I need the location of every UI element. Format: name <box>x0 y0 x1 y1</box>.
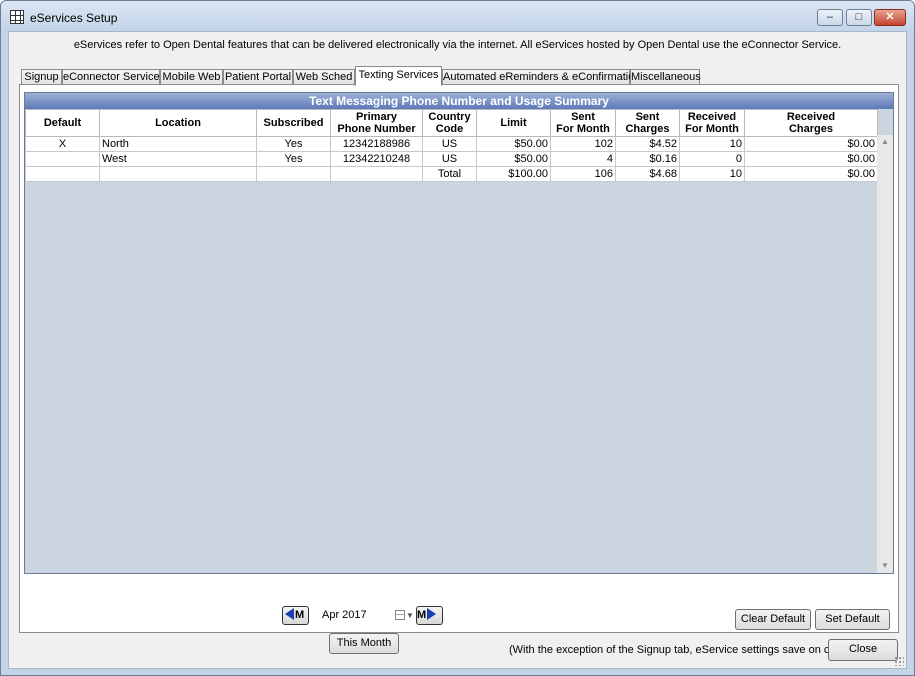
cell-phone: 12342188986 <box>330 136 423 152</box>
cell-subscribed <box>256 166 331 182</box>
tab-miscellaneous[interactable]: Miscellaneous <box>630 69 701 85</box>
cell-sent: 102 <box>550 136 616 152</box>
title-bar[interactable]: eServices Setup – □ ✕ <box>1 1 914 31</box>
cell-country: US <box>422 151 477 167</box>
tab-web-sched[interactable]: Web Sched <box>293 69 355 85</box>
cell-subscribed: Yes <box>256 136 331 152</box>
table-row[interactable]: X North Yes 12342188986 US $50.00 102 $4… <box>25 136 878 152</box>
cell-sent-charges: $4.68 <box>615 166 680 182</box>
cell-received-charges: $0.00 <box>744 136 878 152</box>
cell-location: North <box>99 136 257 152</box>
footer-note: (With the exception of the Signup tab, e… <box>509 644 854 656</box>
cell-total-label: Total <box>422 166 477 182</box>
tab-patient-portal[interactable]: Patient Portal <box>223 69 293 85</box>
close-button[interactable]: Close <box>828 639 898 661</box>
cell-subscribed: Yes <box>256 151 331 167</box>
tab-automated-ereminders[interactable]: Automated eReminders & eConfirmations <box>442 69 646 85</box>
col-country-code[interactable]: Country Code <box>422 109 477 137</box>
cell-limit: $50.00 <box>476 151 551 167</box>
col-sent-for-month[interactable]: Sent For Month <box>550 109 616 137</box>
usage-summary-grid: Text Messaging Phone Number and Usage Su… <box>24 92 894 574</box>
window-close-button[interactable]: ✕ <box>874 9 906 26</box>
minimize-button[interactable]: – <box>817 9 843 26</box>
grid-title: Text Messaging Phone Number and Usage Su… <box>25 93 893 109</box>
month-date-picker[interactable]: Apr 2017 ▼ <box>322 607 418 624</box>
tab-texting-services[interactable]: Texting Services <box>355 66 442 86</box>
window-title: eServices Setup <box>30 11 118 25</box>
maximize-button[interactable]: □ <box>846 9 872 26</box>
col-primary-phone[interactable]: Primary Phone Number <box>330 109 423 137</box>
scroll-up-icon[interactable]: ▲ <box>877 135 893 149</box>
calendar-icon[interactable] <box>395 610 405 620</box>
cell-limit: $50.00 <box>476 136 551 152</box>
cell-location: West <box>99 151 257 167</box>
eservices-setup-window: eServices Setup – □ ✕ eServices refer to… <box>0 0 915 676</box>
tab-econnector-service[interactable]: eConnector Service <box>62 69 160 85</box>
minimize-icon: – <box>826 11 834 23</box>
cell-country: US <box>422 136 477 152</box>
tab-signup[interactable]: Signup <box>21 69 62 85</box>
cell-default: X <box>25 136 100 152</box>
maximize-icon: □ <box>855 11 863 23</box>
client-area: eServices refer to Open Dental features … <box>8 31 907 669</box>
cell-received: 0 <box>679 151 745 167</box>
arrow-left-icon <box>285 608 294 621</box>
scroll-down-icon[interactable]: ▼ <box>877 559 893 573</box>
close-icon: ✕ <box>885 11 895 23</box>
cell-default <box>25 166 100 182</box>
cell-sent: 106 <box>550 166 616 182</box>
texting-services-panel: Text Messaging Phone Number and Usage Su… <box>19 84 899 654</box>
cell-sent-charges: $0.16 <box>615 151 680 167</box>
col-location[interactable]: Location <box>99 109 257 137</box>
next-month-button[interactable]: M <box>416 606 443 625</box>
col-limit[interactable]: Limit <box>476 109 551 137</box>
clear-default-button[interactable]: Clear Default <box>735 609 811 630</box>
cell-received: 10 <box>679 136 745 152</box>
description-text: eServices refer to Open Dental features … <box>73 39 842 51</box>
table-total-row[interactable]: Total $100.00 106 $4.68 10 $0.00 <box>25 166 878 182</box>
tab-mobile-web[interactable]: Mobile Web <box>160 69 223 85</box>
date-value: Apr 2017 <box>322 609 367 621</box>
cell-default <box>25 151 100 167</box>
cell-received-charges: $0.00 <box>744 166 878 182</box>
table-header-row: Default Location Subscribed Primary Phone… <box>25 109 878 137</box>
cell-location <box>99 166 257 182</box>
app-grid-icon <box>10 10 24 24</box>
table-row[interactable]: West Yes 12342210248 US $50.00 4 $0.16 0… <box>25 151 878 167</box>
usage-table: Default Location Subscribed Primary Phone… <box>25 109 878 182</box>
cell-received-charges: $0.00 <box>744 151 878 167</box>
this-month-button[interactable]: This Month <box>329 633 399 654</box>
col-default[interactable]: Default <box>25 109 100 137</box>
cell-phone: 12342210248 <box>330 151 423 167</box>
cell-received: 10 <box>679 166 745 182</box>
col-received-for-month[interactable]: Received For Month <box>679 109 745 137</box>
col-subscribed[interactable]: Subscribed <box>256 109 331 137</box>
arrow-right-icon <box>427 608 437 621</box>
cell-phone <box>330 166 423 182</box>
resize-grip-icon[interactable] <box>894 656 904 666</box>
vertical-scrollbar[interactable]: ▲ ▼ <box>877 135 893 573</box>
cell-limit: $100.00 <box>476 166 551 182</box>
cell-sent-charges: $4.52 <box>615 136 680 152</box>
col-received-charges[interactable]: Received Charges <box>744 109 878 137</box>
chevron-down-icon[interactable]: ▼ <box>406 607 414 624</box>
col-sent-charges[interactable]: Sent Charges <box>615 109 680 137</box>
cell-sent: 4 <box>550 151 616 167</box>
set-default-button[interactable]: Set Default <box>815 609 890 630</box>
previous-month-button[interactable]: M <box>282 606 309 625</box>
